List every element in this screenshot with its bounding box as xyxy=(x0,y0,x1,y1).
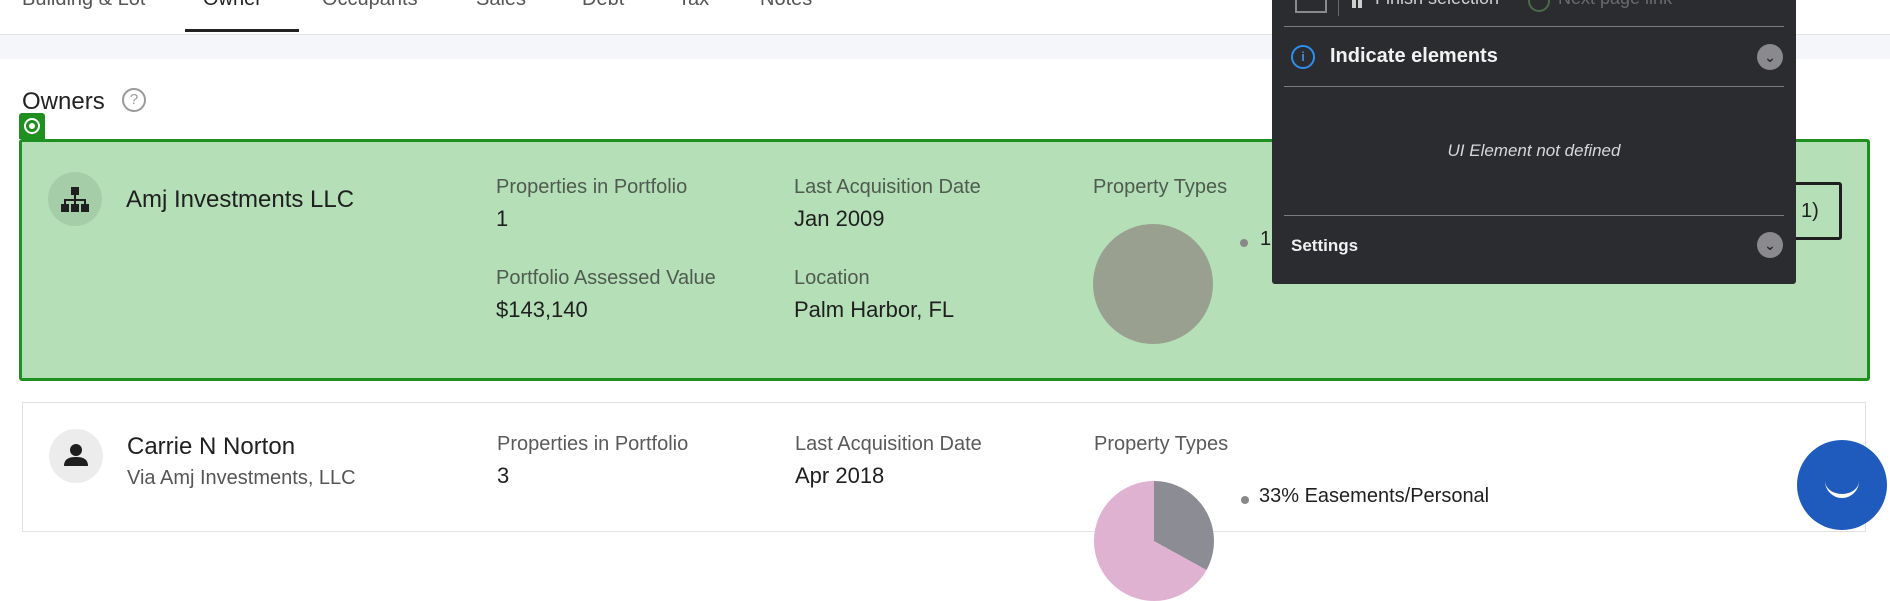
chat-bubble-icon[interactable] xyxy=(1797,440,1887,530)
tab-sales[interactable]: Sales xyxy=(458,0,544,32)
properties-value: 3 xyxy=(497,463,510,488)
indicate-elements-title[interactable]: Indicate elements xyxy=(1330,45,1498,68)
owner-name[interactable]: Carrie N Norton xyxy=(127,433,295,461)
divider xyxy=(1284,86,1784,87)
tab-building-lot[interactable]: Building & Lot xyxy=(4,0,163,32)
owner-name[interactable]: Amj Investments LLC xyxy=(126,186,354,214)
info-icon: i xyxy=(1291,45,1315,69)
panel-message: UI Element not defined xyxy=(1447,141,1621,160)
org-chart-icon xyxy=(48,172,102,226)
property-types-label: Property Types xyxy=(1093,176,1228,198)
owners-title: Owners xyxy=(22,88,105,115)
property-types-label: Property Types xyxy=(1094,433,1229,455)
tab-owner[interactable]: Owner xyxy=(185,0,299,32)
target-icon xyxy=(19,113,45,139)
building-icon[interactable] xyxy=(1294,0,1330,14)
properties-label: Properties in Portfolio xyxy=(496,176,688,198)
legend-text: 1 xyxy=(1260,228,1272,250)
help-icon[interactable]: ? xyxy=(122,88,146,112)
acquisition-label: Last Acquisition Date xyxy=(795,433,982,455)
property-types-pie xyxy=(1094,481,1214,601)
owner-via: Via Amj Investments, LLC xyxy=(127,467,356,489)
location-label: Location xyxy=(794,267,870,289)
acquisition-value: Jan 2009 xyxy=(794,206,885,231)
panel-toolbar: Finish selection Next page link xyxy=(1272,0,1796,16)
legend-dot xyxy=(1240,239,1248,247)
tab-notes[interactable]: Notes xyxy=(742,0,830,32)
chevron-down-icon[interactable]: ⌄ xyxy=(1757,232,1783,258)
settings-label[interactable]: Settings xyxy=(1291,236,1358,256)
acquisition-label: Last Acquisition Date xyxy=(794,176,981,198)
pause-icon xyxy=(1352,0,1356,8)
chevron-down-icon[interactable]: ⌄ xyxy=(1757,44,1783,70)
legend-text: 33% Easements/Personal xyxy=(1259,485,1490,507)
selector-panel: Finish selection Next page link i Indica… xyxy=(1272,0,1796,284)
add-icon xyxy=(1528,0,1550,12)
owner-card[interactable]: Carrie N Norton Via Amj Investments, LLC… xyxy=(22,402,1866,601)
tab-occupants[interactable]: Occupants xyxy=(304,0,436,32)
tab-debt[interactable]: Debt xyxy=(564,0,642,32)
divider xyxy=(1284,215,1784,216)
assessed-label: Portfolio Assessed Value xyxy=(496,267,716,289)
person-icon xyxy=(49,429,103,483)
finish-selection-button[interactable]: Finish selection xyxy=(1375,0,1499,9)
assessed-value: $143,140 xyxy=(496,297,588,322)
tab-tax[interactable]: Tax xyxy=(660,0,727,32)
properties-label: Properties in Portfolio xyxy=(497,433,689,455)
acquisition-value: Apr 2018 xyxy=(795,463,885,488)
divider xyxy=(1284,26,1784,27)
legend-dot xyxy=(1241,496,1249,504)
next-page-link-button[interactable]: Next page link xyxy=(1558,0,1672,9)
location-value: Palm Harbor, FL xyxy=(794,297,955,322)
properties-value: 1 xyxy=(496,206,509,231)
property-types-pie xyxy=(1093,224,1213,344)
